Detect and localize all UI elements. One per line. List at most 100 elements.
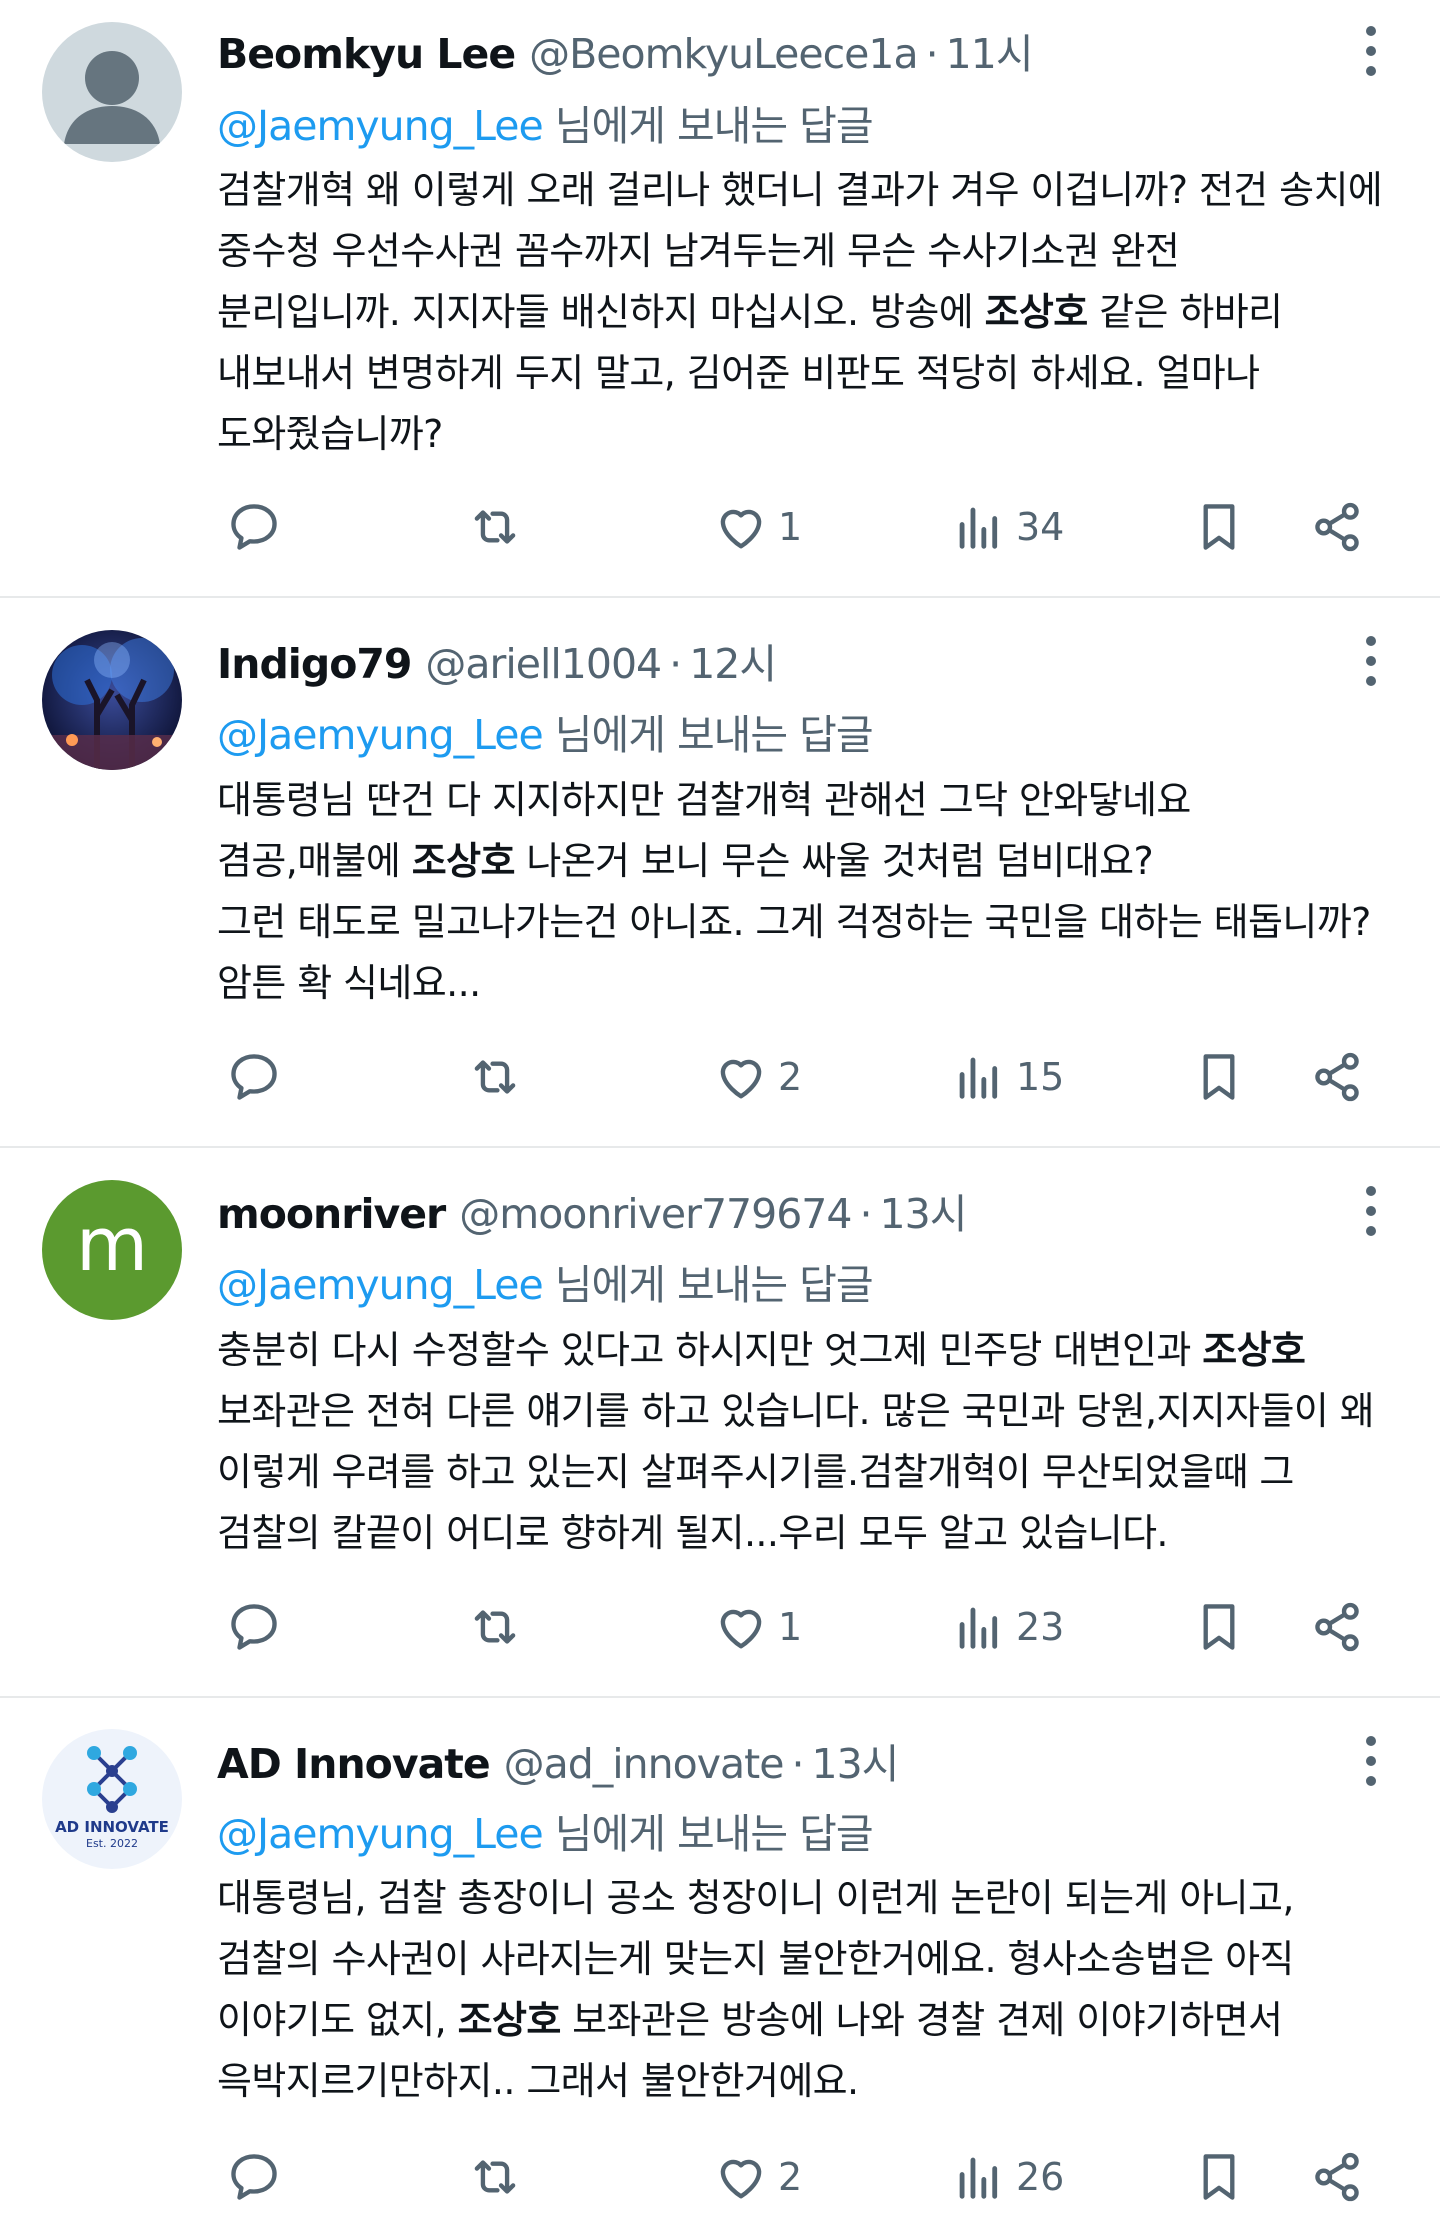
share-button[interactable] (1308, 1042, 1366, 1112)
separator-dot: · (925, 30, 939, 78)
tweet-text-line: 충분히 다시 수정할수 있다고 하시지만 엇그제 민주당 대변인과 조상호 (217, 1320, 1422, 1381)
mention-link[interactable]: @Jaemyung_Lee (217, 102, 544, 150)
svg-text:AD INNOVATE: AD INNOVATE (55, 1818, 169, 1836)
tweet-text-line: 그런 태도로 밀고나가는건 아니죠. 그게 걱정하는 국민을 대하는 태돕니까? (217, 892, 1422, 953)
avatar[interactable]: m (42, 1180, 182, 1320)
bookmark-button[interactable] (1190, 492, 1248, 562)
text-segment: 이렇게 우려를 하고 있는지 살펴주시기를.검찰개혁이 무산되었을때 그 (217, 1450, 1294, 1494)
bookmark-button[interactable] (1190, 2142, 1248, 2212)
highlighted-term: 조상호 (457, 1998, 562, 2042)
author-handle[interactable]: @BeomkyuLeece1a (529, 30, 918, 78)
retweet-button[interactable] (466, 1042, 524, 1112)
tweet-text-line: 윽박지르기만하지.. 그래서 불안한거에요. (217, 2051, 1422, 2112)
bookmark-icon (1203, 1604, 1235, 1650)
views-button[interactable]: 34 (950, 492, 1064, 562)
avatar[interactable] (42, 22, 182, 162)
text-segment: 검찰의 수사권이 사라지는게 맞는지 불안한거에요. 형사소송법은 아직 (217, 1937, 1294, 1981)
reply-button[interactable] (225, 492, 283, 562)
replying-to: @Jaemyung_Lee 님에게 보내는 답글 (217, 701, 874, 761)
tweet-text: 검찰개혁 왜 이렇게 오래 걸리나 했더니 결과가 겨우 이겁니까? 전건 송치… (217, 160, 1422, 465)
replying-to: @Jaemyung_Lee 님에게 보내는 답글 (217, 1251, 874, 1311)
views-button[interactable]: 26 (950, 2142, 1064, 2212)
retweet-button[interactable] (466, 492, 524, 562)
tweet-text-line: 검찰개혁 왜 이렇게 오래 걸리나 했더니 결과가 겨우 이겁니까? 전건 송치… (217, 160, 1422, 221)
divider (0, 1146, 1440, 1148)
like-button[interactable]: 2 (712, 1042, 802, 1112)
separator-dot: · (859, 1190, 872, 1238)
author-name[interactable]: Indigo79 (217, 640, 412, 688)
text-segment: 도와줬습니까? (217, 412, 443, 456)
replying-to-label: 님에게 보내는 답글 (542, 1810, 874, 1858)
tweet-actions: 2 26 (0, 2142, 1440, 2212)
views-button[interactable]: 15 (950, 1042, 1064, 1112)
tweet-header: moonriver @moonriver779674 · 13시 (217, 1180, 967, 1238)
share-button[interactable] (1308, 2142, 1366, 2212)
tweet-text-line: 분리입니까. 지지자들 배신하지 마십시오. 방송에 조상호 같은 하바리 (217, 282, 1422, 343)
bookmark-button[interactable] (1190, 1592, 1248, 1662)
text-segment: 보좌관은 방송에 나와 경찰 견제 이야기하면서 (560, 1998, 1283, 2042)
retweet-icon (474, 1060, 516, 1094)
bookmark-icon (1203, 2154, 1235, 2200)
mention-link[interactable]: @Jaemyung_Lee (217, 711, 544, 759)
timestamp[interactable]: 12시 (689, 630, 777, 690)
text-segment: 중수청 우선수사권 꼼수까지 남겨두는게 무슨 수사기소권 완전 (217, 229, 1180, 273)
text-segment: 겸공,매불에 (217, 839, 412, 883)
timestamp[interactable]: 13시 (880, 1180, 968, 1240)
night-trees-photo (42, 630, 182, 770)
separator-dot: · (791, 1740, 804, 1788)
tweet-text-line: 보좌관은 전혀 다른 얘기를 하고 있습니다. 많은 국민과 당원,지지자들이 … (217, 1381, 1422, 1442)
text-segment: 암튼 확 식네요... (217, 961, 481, 1005)
avatar[interactable] (42, 630, 182, 770)
more-vertical-icon[interactable] (1356, 1186, 1386, 1246)
author-handle[interactable]: @ariell1004 (425, 640, 662, 688)
author-handle[interactable]: @ad_innovate (504, 1740, 785, 1788)
tweet-header: Indigo79 @ariell1004 · 12시 (217, 630, 777, 688)
timestamp[interactable]: 11시 (946, 20, 1034, 80)
bookmark-icon (1203, 1054, 1235, 1100)
like-button[interactable]: 2 (712, 2142, 802, 2212)
text-segment: 검찰개혁 왜 이렇게 오래 걸리나 했더니 결과가 겨우 이겁니까? 전건 송치… (217, 168, 1383, 212)
reply-bubble-icon (231, 504, 277, 550)
divider (0, 596, 1440, 598)
share-icon (1315, 2152, 1359, 2202)
text-segment: 보좌관은 전혀 다른 얘기를 하고 있습니다. 많은 국민과 당원,지지자들이 … (217, 1389, 1375, 1433)
share-icon (1315, 1602, 1359, 1652)
like-button[interactable]: 1 (712, 1592, 802, 1662)
reply-bubble-icon (231, 2154, 277, 2200)
highlighted-term: 조상호 (984, 290, 1089, 334)
text-segment: 충분히 다시 수정할수 있다고 하시지만 엇그제 민주당 대변인과 (217, 1328, 1203, 1372)
mention-link[interactable]: @Jaemyung_Lee (217, 1810, 544, 1858)
views-bar-chart-icon (959, 1057, 998, 1099)
tweet-actions: 1 34 (0, 492, 1440, 562)
share-button[interactable] (1308, 492, 1366, 562)
text-segment: 이야기도 없지, (217, 1998, 458, 2042)
tweet-header: AD Innovate @ad_innovate · 13시 (217, 1730, 899, 1788)
share-button[interactable] (1308, 1592, 1366, 1662)
reply-button[interactable] (225, 1042, 283, 1112)
author-name[interactable]: AD Innovate (217, 1740, 491, 1788)
like-button[interactable]: 1 (712, 492, 802, 562)
author-name[interactable]: moonriver (217, 1190, 446, 1238)
reply-bubble-icon (231, 1604, 277, 1650)
avatar[interactable]: AD INNOVATE Est. 2022 (42, 1729, 182, 1869)
bookmark-button[interactable] (1190, 1042, 1248, 1112)
tweet-text-line: 중수청 우선수사권 꼼수까지 남겨두는게 무슨 수사기소권 완전 (217, 221, 1422, 282)
author-name[interactable]: Beomkyu Lee (217, 30, 516, 78)
more-vertical-icon[interactable] (1356, 26, 1386, 86)
default-profile-icon (42, 22, 182, 162)
reply-button[interactable] (225, 1592, 283, 1662)
views-button[interactable]: 23 (950, 1592, 1064, 1662)
retweet-icon (474, 510, 516, 544)
author-handle[interactable]: @moonriver779674 (459, 1190, 852, 1238)
mention-link[interactable]: @Jaemyung_Lee (217, 1261, 544, 1309)
more-vertical-icon[interactable] (1356, 636, 1386, 696)
reply-button[interactable] (225, 2142, 283, 2212)
timestamp[interactable]: 13시 (811, 1730, 899, 1790)
retweet-button[interactable] (466, 1592, 524, 1662)
views-count: 26 (1016, 2155, 1065, 2199)
tweet-actions: 2 15 (0, 1042, 1440, 1112)
more-vertical-icon[interactable] (1356, 1736, 1386, 1796)
tweet-text-line: 대통령님 딴건 다 지지하지만 검찰개혁 관해선 그닥 안와닿네요 (217, 770, 1422, 831)
retweet-button[interactable] (466, 2142, 524, 2212)
tweet-text-line: 대통령님, 검찰 총장이니 공소 청장이니 이런게 논란이 되는게 아니고, (217, 1868, 1422, 1929)
